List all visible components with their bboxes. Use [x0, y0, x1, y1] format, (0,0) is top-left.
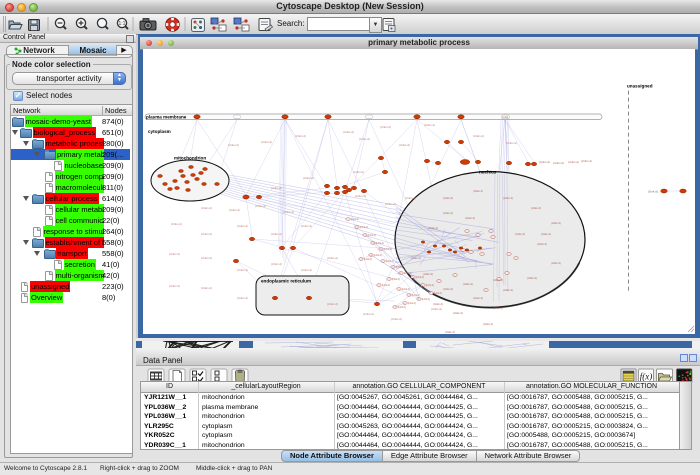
svg-text:unassigned: unassigned — [627, 84, 653, 89]
svg-text:(Unkn d): (Unkn d) — [445, 330, 455, 334]
svg-text:(Unkn d): (Unkn d) — [303, 176, 314, 180]
svg-text:(Unkn d): (Unkn d) — [271, 262, 282, 266]
svg-text:plasma membrane: plasma membrane — [146, 114, 187, 119]
svg-text:mitochondrion: mitochondrion — [174, 156, 206, 161]
svg-text:(Unkn d): (Unkn d) — [380, 125, 391, 129]
svg-text:(Unkn d): (Unkn d) — [201, 286, 212, 290]
svg-text:(Unkn d): (Unkn d) — [527, 276, 537, 280]
svg-text:(Unkn d): (Unkn d) — [473, 296, 483, 300]
svg-text:(Unk d): (Unk d) — [648, 190, 658, 194]
svg-text:(Unkn d): (Unkn d) — [237, 268, 248, 272]
svg-text:(Unkn d): (Unkn d) — [423, 272, 433, 276]
svg-text:[Unk d]: [Unk d] — [426, 284, 434, 287]
svg-text:(Unkn d): (Unkn d) — [453, 311, 463, 315]
svg-text:[Unk d]: [Unk d] — [374, 254, 382, 257]
svg-text:(Unkn d): (Unkn d) — [169, 252, 180, 256]
svg-text:(Unkn d): (Unkn d) — [271, 186, 282, 190]
svg-text:[Unk d]: [Unk d] — [382, 284, 390, 287]
svg-text:(Unkn d): (Unkn d) — [424, 123, 435, 127]
svg-text:(Unkn d): (Unkn d) — [359, 137, 370, 141]
svg-text:[Unk d]: [Unk d] — [364, 258, 372, 261]
svg-text:[Unk d]: [Unk d] — [416, 276, 424, 279]
svg-text:(Unkn d): (Unkn d) — [355, 194, 366, 198]
svg-text:(Unkn d): (Unkn d) — [385, 202, 396, 206]
svg-text:(Unkn d): (Unkn d) — [405, 196, 416, 200]
svg-text:(Unkn d): (Unkn d) — [473, 189, 483, 193]
svg-text:[Unk d]: [Unk d] — [360, 226, 368, 229]
svg-text:(Unkn d): (Unkn d) — [537, 242, 547, 246]
svg-text:(Unkn d): (Unkn d) — [506, 141, 517, 145]
svg-text:[Unk d]: [Unk d] — [422, 298, 430, 301]
svg-text:[Unk d]: [Unk d] — [402, 288, 410, 291]
svg-text:nucleus: nucleus — [479, 170, 497, 175]
svg-text:(Unkn d): (Unkn d) — [553, 161, 564, 165]
svg-text:(Unkn d): (Unkn d) — [237, 224, 248, 228]
svg-text:(Unkn d): (Unkn d) — [201, 256, 212, 260]
svg-text:(Unkn d): (Unkn d) — [283, 210, 294, 214]
svg-text:endoplasmic reticulum: endoplasmic reticulum — [261, 279, 311, 284]
svg-text:(Unkn d): (Unkn d) — [411, 256, 421, 260]
svg-text:(Unkn d): (Unkn d) — [443, 287, 453, 291]
svg-text:(Unkn d): (Unkn d) — [515, 232, 525, 236]
svg-text:(Unkn d): (Unkn d) — [169, 284, 180, 288]
svg-text:(Unkn d): (Unkn d) — [201, 232, 212, 236]
svg-text:(Unkn d): (Unkn d) — [541, 232, 551, 236]
svg-text:(Unkn d): (Unkn d) — [201, 206, 212, 210]
svg-text:(Unkn d): (Unkn d) — [301, 224, 312, 228]
svg-text:(Unkn d): (Unkn d) — [363, 312, 374, 316]
svg-text:(Unkn d): (Unkn d) — [295, 134, 306, 138]
svg-text:(Unkn d): (Unkn d) — [473, 134, 484, 138]
svg-text:(Unkn d): (Unkn d) — [483, 322, 493, 326]
svg-text:[Unk d]: [Unk d] — [376, 242, 384, 245]
svg-text:(Unkn d): (Unkn d) — [433, 302, 443, 306]
svg-text:(Unkn d): (Unkn d) — [463, 282, 473, 286]
svg-text:(Unkn d): (Unkn d) — [255, 204, 266, 208]
svg-text:(Unkn d): (Unkn d) — [343, 130, 354, 134]
svg-text:(Unkn d): (Unkn d) — [171, 222, 182, 226]
svg-text:(Unkn d): (Unkn d) — [503, 196, 513, 200]
svg-text:(Unkn d): (Unkn d) — [503, 288, 513, 292]
svg-text:(Unkn d): (Unkn d) — [568, 160, 579, 164]
svg-text:(Unkn d): (Unkn d) — [428, 226, 438, 230]
svg-text:(Unkn d): (Unkn d) — [228, 143, 239, 147]
svg-text:[Unk d]: [Unk d] — [351, 218, 359, 221]
svg-text:(Unkn d): (Unkn d) — [271, 232, 282, 236]
svg-text:(Unkn d): (Unkn d) — [443, 196, 453, 200]
svg-text:(Unkn d): (Unkn d) — [551, 261, 561, 265]
svg-text:[Unk d]: [Unk d] — [392, 278, 400, 281]
svg-text:(Unkn d): (Unkn d) — [327, 256, 338, 260]
svg-text:(Unkn d): (Unkn d) — [399, 143, 410, 147]
svg-text:(Unkn d): (Unkn d) — [581, 159, 592, 163]
svg-text:f(x): f(x) — [640, 372, 653, 382]
svg-text:1:1: 1:1 — [119, 21, 126, 27]
svg-text:(Unkn d): (Unkn d) — [229, 208, 240, 212]
svg-text:cytoplasm: cytoplasm — [148, 129, 171, 134]
svg-text:[Unk d]: [Unk d] — [398, 306, 406, 309]
svg-text:(Unkn d): (Unkn d) — [539, 160, 550, 164]
svg-text:(Unkn d): (Unkn d) — [531, 206, 541, 210]
svg-text:[Unk d]: [Unk d] — [384, 248, 392, 251]
svg-text:(Unkn d): (Unkn d) — [327, 302, 338, 306]
svg-text:[Unk d]: [Unk d] — [408, 302, 416, 305]
svg-text:[Unk d]: [Unk d] — [368, 234, 376, 237]
svg-text:[Unk]: [Unk] — [503, 116, 509, 119]
svg-text:(Unkn d): (Unkn d) — [301, 268, 312, 272]
svg-text:(Unkn d): (Unkn d) — [443, 211, 453, 215]
svg-text:(Unkn d): (Unkn d) — [391, 317, 402, 321]
svg-text:(Unkn d): (Unkn d) — [465, 216, 475, 220]
svg-text:(Unkn d): (Unkn d) — [261, 140, 272, 144]
svg-text:[Unk d]: [Unk d] — [434, 292, 442, 295]
svg-text:(Unkn d): (Unkn d) — [237, 296, 248, 300]
svg-text:(Unkn d): (Unkn d) — [431, 307, 442, 311]
svg-text:(Unkn d): (Unkn d) — [353, 170, 364, 174]
svg-text:(Unkn d): (Unkn d) — [493, 278, 503, 282]
svg-text:(Unkn d): (Unkn d) — [493, 306, 503, 310]
svg-text:(Unkn d): (Unkn d) — [551, 221, 561, 225]
